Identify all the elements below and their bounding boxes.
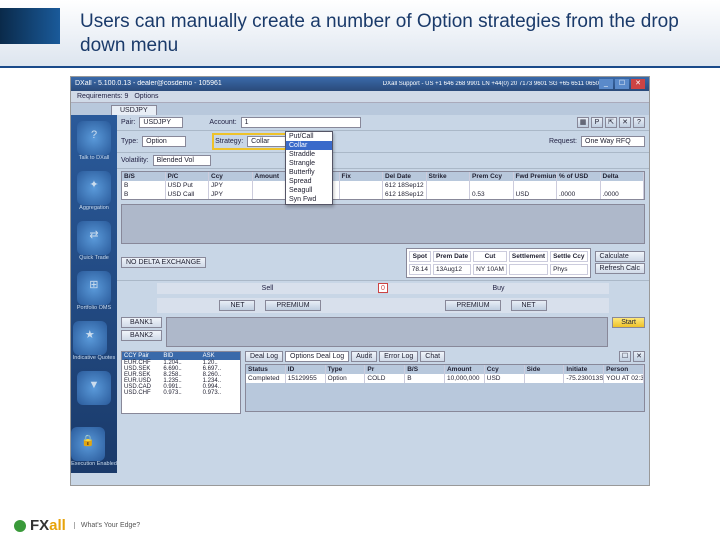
header-icons: ▦ P ⇱ ✕ ? xyxy=(577,117,645,128)
help-icon[interactable]: ? xyxy=(633,117,645,128)
dropdown-item[interactable]: Straddle xyxy=(286,150,332,159)
dropdown-item[interactable]: Collar xyxy=(286,141,332,150)
dropdown-item[interactable]: Syn Fwd xyxy=(286,195,332,204)
calculate-button[interactable]: Calculate xyxy=(595,251,645,262)
log-tab[interactable]: Audit xyxy=(351,351,377,362)
request-label: Request: xyxy=(549,138,577,145)
minimize-icon[interactable]: _ xyxy=(599,79,613,89)
deal-log-grid[interactable]: StatusIDTypePrB/SAmountCcySideInitiatePe… xyxy=(245,364,645,412)
type-select[interactable]: Option xyxy=(142,136,186,147)
sidebar-item[interactable]: ✦Aggregation xyxy=(77,171,111,211)
log-tab-active[interactable]: Options Deal Log xyxy=(285,351,349,362)
ccy-quotes-grid[interactable]: CCY PairBIDASK EUR.CHF1.204..1.20.. USD.… xyxy=(121,351,241,414)
maximize-icon[interactable]: ☐ xyxy=(619,351,631,362)
net-button[interactable]: NET xyxy=(511,300,547,311)
quote-grid-area xyxy=(166,317,608,347)
sidebar-item[interactable]: ⇄Quick Trade xyxy=(77,221,111,261)
pair-select[interactable]: USDJPY xyxy=(139,117,183,128)
request-select[interactable]: One Way RFQ xyxy=(581,136,645,147)
sell-side: Sell xyxy=(157,283,378,294)
slide-header: Users can manually create a number of Op… xyxy=(0,0,720,68)
content-pane: Pair: USDJPY Account: 1 ▦ P ⇱ ✕ ? Type: xyxy=(117,115,649,473)
premium-button[interactable]: PREMIUM xyxy=(265,300,320,311)
dropdown-item[interactable]: Put/Call xyxy=(286,132,332,141)
left-sidebar: ?Talk to DXall ✦Aggregation ⇄Quick Trade… xyxy=(71,115,117,473)
sidebar-item[interactable]: ▼ xyxy=(77,371,111,405)
account-field[interactable]: 1 xyxy=(241,117,361,128)
buy-side: Buy xyxy=(388,283,609,294)
dropdown-item[interactable]: Seagull xyxy=(286,186,332,195)
refresh-calc-button[interactable]: Refresh Calc xyxy=(595,263,645,274)
portfolio-icon: ⊞ xyxy=(77,271,111,305)
close-icon[interactable]: ✕ xyxy=(633,351,645,362)
aggregation-icon: ✦ xyxy=(77,171,111,205)
type-label: Type: xyxy=(121,138,138,145)
chevron-down-icon: ▼ xyxy=(77,371,111,405)
premium-button[interactable]: PREMIUM xyxy=(445,300,500,311)
tab-toolbar: Requirements: 9 Options xyxy=(71,91,649,103)
grid-row[interactable]: BUSD CallJPY612 18Sep120.53USD.0000.0000 xyxy=(122,190,644,199)
sidebar-item[interactable]: 🔒Execution Enabled xyxy=(71,427,117,467)
log-tab[interactable]: Error Log xyxy=(379,351,418,362)
account-label: Account: xyxy=(209,119,236,126)
swap-icon[interactable]: 0 xyxy=(378,283,388,293)
sidebar-item[interactable]: ?Talk to DXall xyxy=(77,121,111,161)
header-accent xyxy=(0,8,60,44)
grid-header: B/SP/CCcyAmountExpFixDel DateStrikePrem … xyxy=(122,172,644,181)
options-link[interactable]: Options xyxy=(134,93,158,100)
bank-button[interactable]: BANK1 xyxy=(121,317,162,328)
window-titlebar: DXall - 5.100.0.13 - dealer@cosdemo - 10… xyxy=(71,77,649,91)
help-icon: ? xyxy=(77,121,111,155)
settle-table: SpotPrem DateCutSettlementSettle Ccy 78.… xyxy=(406,248,591,278)
volatility-select[interactable]: Blended Vol xyxy=(153,155,211,166)
lock-icon: 🔒 xyxy=(71,427,105,461)
sidebar-item[interactable]: ★Indicative Quotes xyxy=(73,321,116,361)
pair-label: Pair: xyxy=(121,119,135,126)
bank-button[interactable]: BANK2 xyxy=(121,330,162,341)
volatility-label: Volatility: xyxy=(121,157,149,164)
sell-buy-bar: Sell 0 Buy xyxy=(157,283,609,294)
quotes-icon: ★ xyxy=(73,321,107,355)
slide-title: Users can manually create a number of Op… xyxy=(80,10,720,58)
quick-trade-icon: ⇄ xyxy=(77,221,111,255)
start-button[interactable]: Start xyxy=(612,317,645,328)
no-delta-button[interactable]: NO DELTA EXCHANGE xyxy=(121,257,206,268)
strategy-label: Strategy: xyxy=(215,138,243,145)
empty-grid-area xyxy=(121,204,645,244)
net-prem-bar: NET PREMIUM PREMIUM NET xyxy=(157,298,609,313)
tagline: What's Your Edge? xyxy=(74,522,140,529)
dropdown-item[interactable]: Butterfly xyxy=(286,168,332,177)
print-icon[interactable]: P xyxy=(591,117,603,128)
currency-tab-bar: USDJPY xyxy=(71,103,649,115)
close-panel-icon[interactable]: ✕ xyxy=(619,117,631,128)
logo-dot-icon xyxy=(14,520,26,532)
requirements-tab[interactable]: Requirements: 9 xyxy=(77,93,128,100)
export-icon[interactable]: ⇱ xyxy=(605,117,617,128)
brand-footer: FXall What's Your Edge? xyxy=(14,517,140,534)
dropdown-item[interactable]: Spread xyxy=(286,177,332,186)
strategy-dropdown[interactable]: Put/Call Collar Straddle Strangle Butter… xyxy=(285,131,333,205)
support-text: DXall Support - US +1 646 268 9901 LN +4… xyxy=(383,81,599,87)
dropdown-item[interactable]: Strangle xyxy=(286,159,332,168)
palette-icon[interactable]: ▦ xyxy=(577,117,589,128)
log-tab[interactable]: Chat xyxy=(420,351,445,362)
log-tab[interactable]: Deal Log xyxy=(245,351,283,362)
sidebar-item[interactable]: ⊞Portfolio OMS xyxy=(77,271,111,311)
tab-usdjpy[interactable]: USDJPY xyxy=(111,105,157,115)
legs-grid[interactable]: B/SP/CCcyAmountExpFixDel DateStrikePrem … xyxy=(121,171,645,200)
net-button[interactable]: NET xyxy=(219,300,255,311)
log-tabs: Deal Log Options Deal Log Audit Error Lo… xyxy=(245,351,645,362)
grid-row[interactable]: BUSD PutJPY612 18Sep12 xyxy=(122,181,644,190)
close-icon[interactable]: ✕ xyxy=(631,79,645,89)
maximize-icon[interactable]: ☐ xyxy=(615,79,629,89)
window-title: DXall - 5.100.0.13 - dealer@cosdemo - 10… xyxy=(75,80,222,87)
app-screenshot: DXall - 5.100.0.13 - dealer@cosdemo - 10… xyxy=(70,76,650,486)
